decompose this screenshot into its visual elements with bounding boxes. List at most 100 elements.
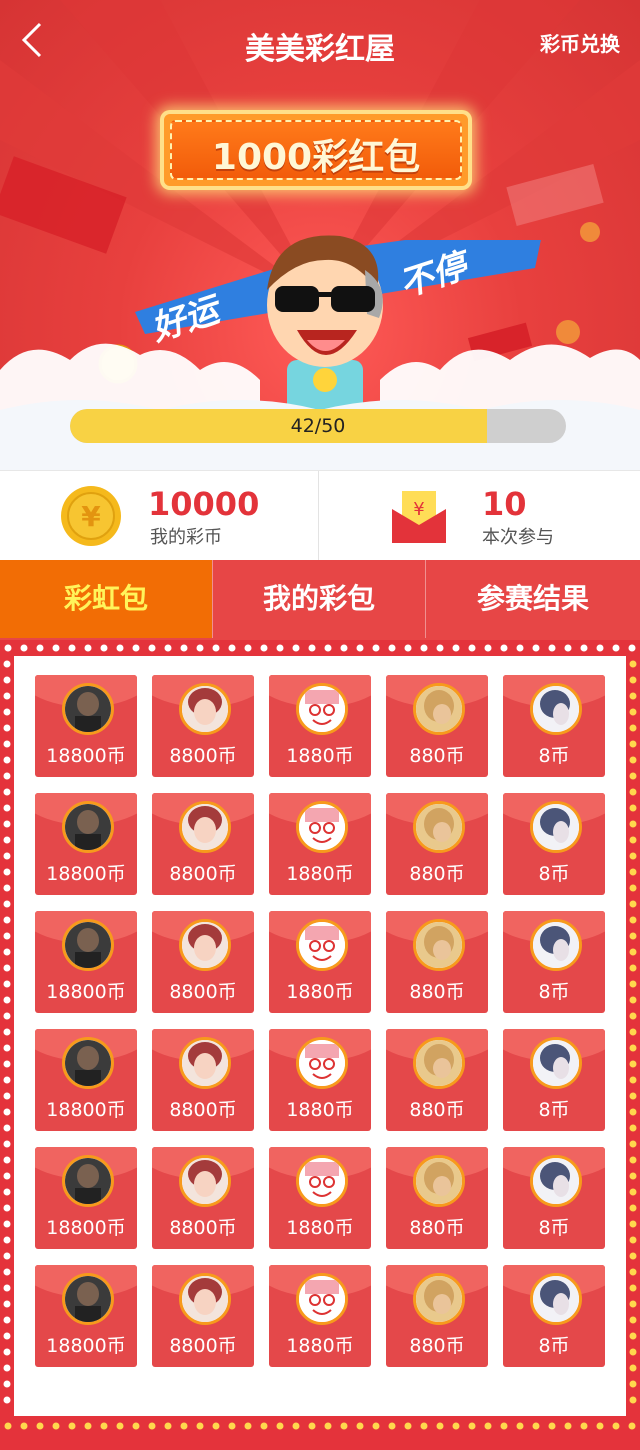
red-packet-card[interactable]: 1880币 xyxy=(269,1265,371,1367)
packet-avatar xyxy=(179,919,231,971)
hero-banner: 美美彩红屋 彩币兑换 1000彩红包 好运 不停 42/50 xyxy=(0,0,640,470)
participation-progress-bar: 42/50 xyxy=(70,409,566,443)
packet-amount: 1880币 xyxy=(286,745,354,767)
packet-amount: 18800币 xyxy=(46,1099,126,1121)
packet-avatar xyxy=(179,683,231,735)
packet-avatar xyxy=(530,1273,582,1325)
packet-amount: 8币 xyxy=(538,1217,570,1239)
packet-avatar xyxy=(179,1155,231,1207)
red-packet-card[interactable]: 8800币 xyxy=(152,911,254,1013)
packet-avatar xyxy=(62,1155,114,1207)
packet-avatar xyxy=(62,1037,114,1089)
packet-amount: 8币 xyxy=(538,1099,570,1121)
packet-amount: 8币 xyxy=(538,863,570,885)
red-packet-card[interactable]: 880币 xyxy=(386,911,488,1013)
stats-bar: ¥ 10000 我的彩币 ¥ 10 本次参与 xyxy=(0,470,640,562)
packet-avatar xyxy=(530,1037,582,1089)
red-packet-card[interactable]: 8币 xyxy=(503,1029,605,1131)
red-packet-card[interactable]: 18800币 xyxy=(35,793,137,895)
red-packet-card[interactable]: 1880币 xyxy=(269,911,371,1013)
red-packet-card[interactable]: 8800币 xyxy=(152,1265,254,1367)
red-packet-card[interactable]: 8800币 xyxy=(152,793,254,895)
tab-my-packets[interactable]: 我的彩包 xyxy=(213,560,425,638)
packet-avatar xyxy=(296,683,348,735)
packet-amount: 8800币 xyxy=(169,1335,237,1357)
red-packet-card[interactable]: 8800币 xyxy=(152,1029,254,1131)
progress-label: 42/50 xyxy=(290,415,346,437)
packet-amount: 880币 xyxy=(409,1217,465,1239)
participation-caption: 本次参与 xyxy=(482,527,554,548)
packet-amount: 880币 xyxy=(409,1335,465,1357)
packet-avatar xyxy=(530,801,582,853)
packet-amount: 880币 xyxy=(409,1099,465,1121)
red-packet-card[interactable]: 18800币 xyxy=(35,1147,137,1249)
red-packet-card[interactable]: 8800币 xyxy=(152,675,254,777)
participation-stat: ¥ 10 本次参与 xyxy=(320,471,639,561)
packet-amount: 1880币 xyxy=(286,1099,354,1121)
red-packet-card[interactable]: 1880币 xyxy=(269,793,371,895)
packet-amount: 8800币 xyxy=(169,981,237,1003)
packet-avatar xyxy=(413,1273,465,1325)
coin-small-icon xyxy=(580,222,600,242)
red-packet-card[interactable]: 8800币 xyxy=(152,1147,254,1249)
packet-avatar xyxy=(413,1037,465,1089)
tab-rainbow-packets[interactable]: 彩虹包 xyxy=(0,560,212,638)
packet-amount: 18800币 xyxy=(46,745,126,767)
red-packet-card[interactable]: 18800币 xyxy=(35,911,137,1013)
packet-avatar xyxy=(62,1273,114,1325)
packet-amount: 1880币 xyxy=(286,1217,354,1239)
red-packet-card[interactable]: 18800币 xyxy=(35,1265,137,1367)
svg-text:¥: ¥ xyxy=(413,499,424,520)
packet-amount: 8币 xyxy=(538,745,570,767)
red-packet-card[interactable]: 8币 xyxy=(503,793,605,895)
packet-amount: 1880币 xyxy=(286,1335,354,1357)
red-packet-card[interactable]: 1880币 xyxy=(269,1147,371,1249)
divider xyxy=(318,471,319,561)
red-packet-card[interactable]: 1880币 xyxy=(269,1029,371,1131)
packet-avatar xyxy=(179,801,231,853)
packet-avatar xyxy=(413,919,465,971)
gold-coin-icon: ¥ xyxy=(61,486,121,546)
red-packet-card[interactable]: 8币 xyxy=(503,1147,605,1249)
red-packet-card[interactable]: 8币 xyxy=(503,1265,605,1367)
packet-avatar xyxy=(179,1273,231,1325)
red-packet-card[interactable]: 880币 xyxy=(386,793,488,895)
red-packet-card[interactable]: 880币 xyxy=(386,1265,488,1367)
packet-amount: 18800币 xyxy=(46,1335,126,1357)
packet-amount: 18800币 xyxy=(46,863,126,885)
packet-amount: 8币 xyxy=(538,1335,570,1357)
packet-amount: 1880币 xyxy=(286,863,354,885)
red-packet-card[interactable]: 8币 xyxy=(503,675,605,777)
red-packet-card[interactable]: 1880币 xyxy=(269,675,371,777)
prize-banner: 1000彩红包 xyxy=(160,110,472,190)
my-coins-caption: 我的彩币 xyxy=(150,527,222,548)
packet-avatar xyxy=(296,801,348,853)
packet-amount: 8800币 xyxy=(169,863,237,885)
packet-avatar xyxy=(413,683,465,735)
packet-avatar xyxy=(530,919,582,971)
prize-banner-text: 1000彩红包 xyxy=(211,137,421,178)
packet-amount: 1880币 xyxy=(286,981,354,1003)
packet-avatar xyxy=(296,919,348,971)
packet-grid: 18800币 8800币 1880币 880币 8币 18800币 8800币 1880币 88… xyxy=(14,656,626,1416)
coin-exchange-link[interactable]: 彩币兑换 xyxy=(540,28,620,57)
my-coins-stat: ¥ 10000 我的彩币 xyxy=(0,471,319,561)
red-packet-card[interactable]: 880币 xyxy=(386,1147,488,1249)
red-packet-card[interactable]: 8币 xyxy=(503,911,605,1013)
red-packet-card[interactable]: 880币 xyxy=(386,675,488,777)
packet-avatar xyxy=(179,1037,231,1089)
packet-avatar xyxy=(296,1037,348,1089)
packet-amount: 8币 xyxy=(538,981,570,1003)
my-coins-value: 10000 xyxy=(148,485,260,523)
packet-avatar xyxy=(530,1155,582,1207)
tab-results[interactable]: 参赛结果 xyxy=(426,560,640,638)
packet-avatar xyxy=(530,683,582,735)
participation-value: 10 xyxy=(482,485,527,523)
packet-avatar xyxy=(296,1273,348,1325)
packet-avatar xyxy=(62,683,114,735)
packet-amount: 880币 xyxy=(409,863,465,885)
packet-amount: 18800币 xyxy=(46,981,126,1003)
red-packet-card[interactable]: 880币 xyxy=(386,1029,488,1131)
red-packet-card[interactable]: 18800币 xyxy=(35,675,137,777)
red-packet-card[interactable]: 18800币 xyxy=(35,1029,137,1131)
